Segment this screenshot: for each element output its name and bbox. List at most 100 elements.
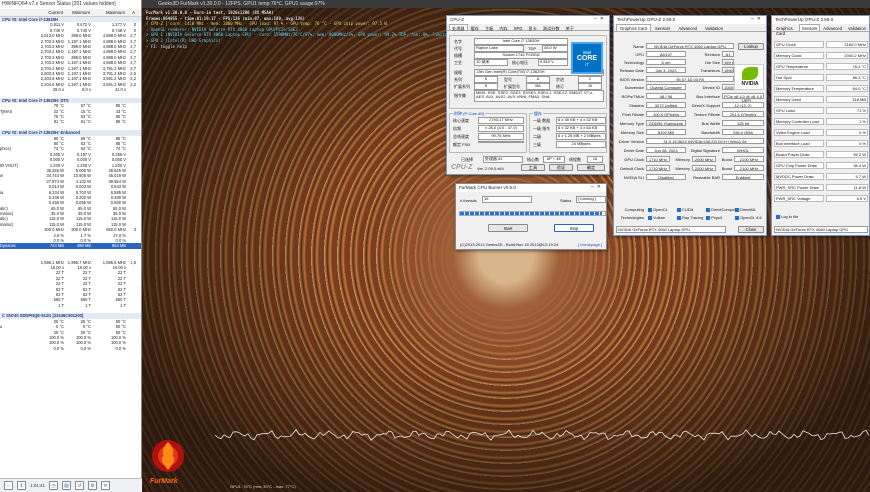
sensor-row[interactable]: Board Power Draw 59.2 W xyxy=(774,151,869,161)
validate-button[interactable]: 验证 xyxy=(549,164,573,171)
hwinfo-sensor-window: HWiNFO64 v7.x Sensor Status [201 values … xyxy=(0,0,142,492)
subvendor-value: Quanta Computer xyxy=(646,84,686,91)
log-to-file-checkbox[interactable]: Log to file xyxy=(776,214,798,219)
tab-memory[interactable]: 内存 xyxy=(496,24,510,31)
tab-processor[interactable]: 处理器 xyxy=(449,24,468,31)
start-button[interactable]: Start xyxy=(488,224,528,232)
l1-data-value: 6 x 48 KB + 4 x 32 KB xyxy=(556,117,606,124)
tab-mainboard[interactable]: 主板 xyxy=(482,24,496,31)
window-controls[interactable]: –✕ xyxy=(751,16,764,22)
sensor-row[interactable]: Memory Used 318 MB xyxy=(774,96,869,106)
expand-icon[interactable]: ⇕ xyxy=(17,481,26,490)
gpuz2-titlebar[interactable]: TechPowerUp GPU-Z 2.59.0 xyxy=(772,16,869,24)
arrows-icon[interactable]: ⇔ xyxy=(4,481,13,490)
maximum-value: 0.0 % xyxy=(115,345,126,351)
tab-sensors[interactable]: Sensors xyxy=(651,24,674,31)
sensor-row[interactable]: GPU Chip Power Draw 36.4 W xyxy=(774,162,869,172)
current-value: 28.0 x xyxy=(52,87,64,93)
tab-validation[interactable]: Validation xyxy=(701,24,727,31)
uefi-checkbox: UEFI xyxy=(742,98,752,103)
sensor-label: Hot Spot xyxy=(774,74,824,81)
gpuz-titlebar[interactable]: TechPowerUp GPU-Z 2.59.0 –✕ xyxy=(614,16,766,24)
sensor-row[interactable]: 1 T 1 T 1 T xyxy=(0,303,141,308)
sensor-value: 71 % xyxy=(826,107,868,114)
sensor-row[interactable]: GPU Clock 2160.0 MHz xyxy=(774,41,869,51)
model-label: 型号 xyxy=(504,77,512,82)
voltage-label: 核心电压 xyxy=(512,60,528,65)
tab-graphics[interactable]: 显卡 xyxy=(525,24,539,31)
tab-validation[interactable]: Validation xyxy=(845,24,869,31)
sensor-row[interactable]: Bus Interface Load 0 % xyxy=(774,140,869,150)
sensor-value: 1 % xyxy=(826,118,868,125)
tab-sensors[interactable]: Sensors xyxy=(798,24,821,31)
default-clock-label3: Boost xyxy=(721,166,732,171)
bios-version-label: BIOS Version xyxy=(619,77,644,82)
sensor-row[interactable]: 28.0 x 8.0 x 41.0 x xyxy=(0,87,141,92)
code-label: 代号 xyxy=(454,46,462,51)
sensor-row[interactable]: MVDDC Power Draw 5.7 W xyxy=(774,173,869,183)
average-value xyxy=(126,119,136,124)
sensor-label: Memory Temperature xyxy=(774,85,824,92)
column-maximum[interactable]: Maximum xyxy=(91,9,126,16)
cpuz-window: CPU-Z –✕ 处理器 缓存 主板 内存 SPD 显卡 测试分数 关于 名字 … xyxy=(446,15,610,175)
sensor-label: Video Engine Load xyxy=(774,129,824,136)
column-average[interactable]: A xyxy=(126,9,136,16)
sensor-row[interactable]: Memory Controller Load 1 % xyxy=(774,118,869,128)
sensor-row[interactable]: Video Engine Load 0 % xyxy=(774,129,869,139)
sensor-row[interactable]: PWR_SRC Power Draw 11.8 W xyxy=(774,184,869,194)
sensor-row[interactable]: 81 °C 61 °C 85 °C xyxy=(0,119,141,124)
threads-input[interactable]: 16 xyxy=(482,196,532,203)
tab-spd[interactable]: SPD xyxy=(511,24,526,31)
lookup-button[interactable]: Lookup xyxy=(738,43,764,50)
sensor-row[interactable]: GPU Load 71 % xyxy=(774,107,869,117)
tab-graphics-card[interactable]: Graphics Card xyxy=(773,24,799,36)
tab-advanced[interactable]: Advanced xyxy=(820,24,845,31)
burner-titlebar[interactable]: FurMark CPU Burner v0.5.0 –✕ xyxy=(456,184,606,192)
technology-value2: 159 mm² xyxy=(722,59,734,66)
sensor-value: 11.8 W xyxy=(826,184,868,191)
homepage-link[interactable]: [ Homepage ] xyxy=(578,242,602,247)
reset-icon[interactable]: ↺ xyxy=(75,481,85,490)
tab-cache[interactable]: 缓存 xyxy=(468,24,482,31)
sensor-label: Memory Clock xyxy=(774,52,824,59)
sensor-label: PWR_SRC Power Draw xyxy=(774,184,824,191)
column-minimum[interactable]: Minimum xyxy=(64,9,91,16)
tech-label: 工艺 xyxy=(454,60,462,65)
column-current[interactable]: Current xyxy=(36,9,64,16)
cpuz-version: Ver. 2.09.0.x64 xyxy=(477,166,504,171)
column-sensor[interactable] xyxy=(0,9,36,16)
sensor-row[interactable]: Hot Spot 86.3 °C xyxy=(774,74,869,84)
window-controls[interactable]: –✕ xyxy=(594,16,607,22)
ok-button[interactable]: 确定 xyxy=(577,164,605,171)
clock-icon[interactable]: ◷ xyxy=(49,481,59,490)
tab-bench[interactable]: 测试分数 xyxy=(540,24,563,31)
furmark-window-titlebar[interactable]: Geeks3D FurMark v1.30.0.0 - 12FPS, GPU1 … xyxy=(142,0,870,8)
tdp-value: 45.0 W xyxy=(542,45,568,52)
sensor-value: 5.7 W xyxy=(826,173,868,180)
status-value: [ running ] xyxy=(576,196,606,203)
gpu-select[interactable]: NVIDIA GeForce RTX 4060 Laptop GPU xyxy=(616,226,726,233)
sensor-row[interactable]: 0.0 % 0.0 % 0.0 % xyxy=(0,346,141,351)
sensor-row[interactable]: GPU Temperature 76.4 °C xyxy=(774,63,869,73)
settings-icon[interactable]: ⚙ xyxy=(88,481,98,490)
hwinfo-sensor-list[interactable]: CPU #0: Intel Core i7-13620H 0.811 V 0.672… xyxy=(0,17,141,351)
close-icon[interactable]: ✕ xyxy=(101,481,111,490)
report-icon[interactable]: ▤ xyxy=(62,481,72,490)
window-controls[interactable]: –✕ xyxy=(591,184,604,190)
copyright-text: (C)2013-2014 Geeks3D - Build:Nov 18 2013… xyxy=(460,242,559,247)
close-button[interactable]: Close xyxy=(738,226,764,233)
sensor-row[interactable]: Memory Temperature 84.0 °C xyxy=(774,85,869,95)
technology-label: Technology xyxy=(623,60,644,65)
tab-graphics-card[interactable]: Graphics Card xyxy=(616,24,651,31)
tools-button[interactable]: 工具 xyxy=(521,164,545,171)
tab-advanced[interactable]: Advanced xyxy=(674,24,701,31)
sensor-row[interactable]: PWR_SRC Voltage 8.5 V xyxy=(774,195,869,205)
tab-about[interactable]: 关于 xyxy=(563,24,577,31)
stop-button[interactable]: Stop xyxy=(554,224,594,232)
release-date-value2: 18900M xyxy=(722,67,734,74)
sensor-row[interactable]: Dynamic 724 MB 498 MB 854 MB xyxy=(0,243,141,249)
memory-size-label2: Bandwidth xyxy=(701,130,720,135)
sensor-row[interactable]: Memory Clock 2000.2 MHz xyxy=(774,52,869,62)
gpu-select[interactable]: NVIDIA GeForce RTX 4060 Laptop GPU xyxy=(774,226,868,233)
cpuz-titlebar[interactable]: CPU-Z –✕ xyxy=(447,16,609,24)
